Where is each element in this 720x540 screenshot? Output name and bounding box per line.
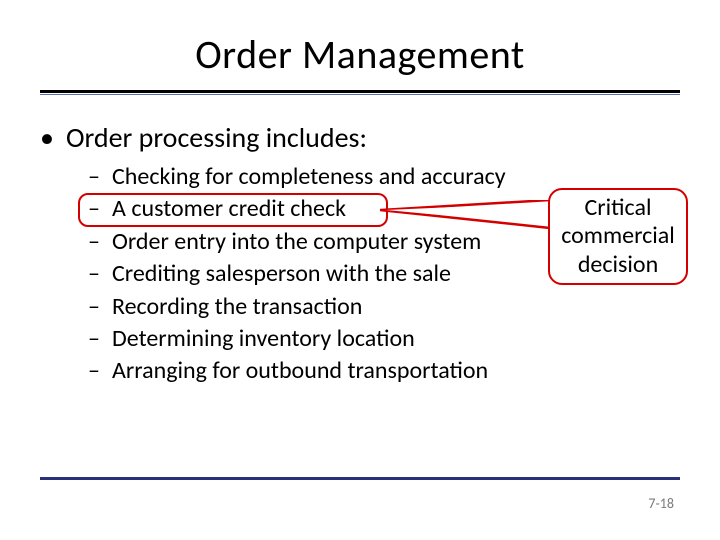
callout-line: Critical — [558, 194, 678, 222]
page-number: 7-18 — [648, 495, 674, 512]
highlight-box — [78, 193, 388, 227]
bullet-level2: Arranging for outbound transportation — [40, 355, 680, 387]
callout-bubble: Critical commercial decision — [548, 188, 688, 285]
bullet-level2: Recording the transaction — [40, 291, 680, 323]
callout-line: commercial — [558, 222, 678, 250]
callout-connector — [380, 200, 555, 240]
callout-line: decision — [558, 251, 678, 279]
title-underline — [40, 90, 680, 95]
bullet-level2: Determining inventory location — [40, 323, 680, 355]
slide: Order Management Order processing includ… — [0, 0, 720, 540]
bullet-level1: Order processing includes: — [40, 120, 680, 155]
slide-title: Order Management — [0, 30, 720, 79]
footer-rule — [40, 477, 680, 480]
